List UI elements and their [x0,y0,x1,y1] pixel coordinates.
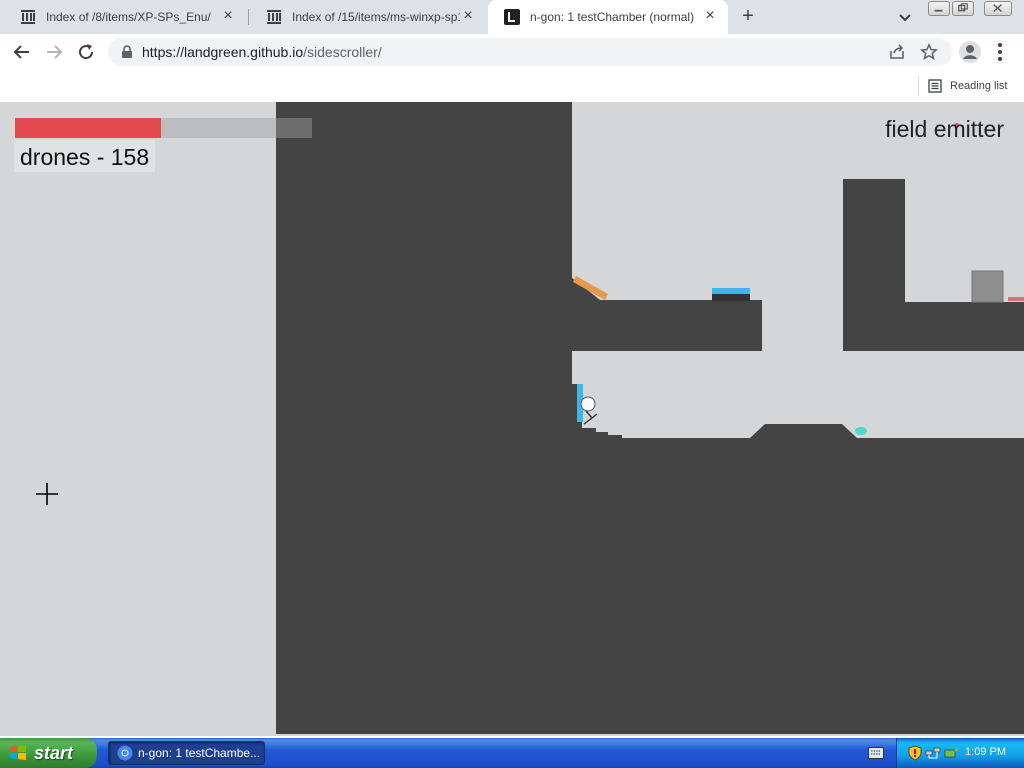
level-wall-right [843,179,1024,351]
clock[interactable]: 1:09 PM [965,746,1006,758]
start-button[interactable]: start [0,738,97,768]
lock-icon[interactable] [120,45,134,59]
grey-block [971,270,1004,303]
network-icon[interactable] [925,745,941,761]
close-icon[interactable]: × [220,8,236,25]
url-text[interactable]: https://landgreen.github.io/sidescroller… [142,44,382,60]
windows-flag-icon [10,745,26,760]
back-arrow-icon[interactable] [10,40,34,64]
red-ledge [1008,297,1024,301]
chrome-icon [117,745,133,761]
forward-arrow-icon[interactable] [42,40,66,64]
cyan-orb [855,427,867,435]
browser-toolbar: https://landgreen.github.io/sidescroller… [0,34,1024,70]
taskbar-chrome-window[interactable]: n-gon: 1 testChambe... [108,741,265,765]
minimize-icon [934,9,943,12]
tab-title: Index of /15/items/ms-winxp-sp1-1( [292,10,460,24]
n-gon-logo-icon [504,9,520,25]
archive-icon [21,10,35,24]
share-icon[interactable] [888,43,906,61]
url-path: /sidescroller/ [303,44,382,60]
blue-platform [712,288,750,294]
kebab-menu-icon[interactable] [992,40,1008,64]
address-bar[interactable]: https://landgreen.github.io/sidescroller… [108,38,952,66]
dark-box [712,294,750,301]
start-label: start [34,742,74,763]
restore-button[interactable] [952,1,974,16]
window-close-button[interactable] [984,1,1012,16]
bookmarks-divider [918,76,919,96]
url-host: https://landgreen.github.io [142,44,304,60]
tab-title: Index of /8/items/XP-SPs_Enu/ [46,10,211,24]
keyboard-icon[interactable] [868,747,884,759]
tab-strip: Index of /8/items/XP-SPs_Enu/ × Index of… [0,0,1024,34]
close-icon[interactable]: × [702,8,718,25]
bookmarks-bar: Reading list [0,70,1024,102]
level-wall-main [276,102,1024,734]
safely-remove-hardware-icon[interactable] [943,745,959,761]
drones-counter: drones - 158 [14,140,156,172]
game-canvas[interactable]: drones - 158 field emitter [0,102,1024,736]
new-tab-button[interactable]: + [738,6,758,27]
minimize-button[interactable] [928,1,950,16]
taskbar-window-title: n-gon: 1 testChambe... [138,746,261,760]
archive-icon [267,10,281,24]
star-icon[interactable] [920,43,938,61]
tab-winxp-sp1[interactable]: Index of /15/items/ms-winxp-sp1-1( × [250,0,486,34]
level-map [276,102,1024,734]
security-shield-icon[interactable] [907,745,923,761]
reading-list-icon [928,79,942,93]
player-character [580,396,598,425]
tab-n-gon[interactable]: n-gon: 1 testChamber (normal) × [488,0,728,34]
close-icon [993,4,1002,13]
field-label: field emitter [885,116,1004,142]
reading-list-label: Reading list [950,80,1008,92]
tab-divider [248,9,249,25]
system-tray: 1:09 PM [896,738,1024,768]
reload-icon[interactable] [74,40,98,64]
taskbar: start n-gon: 1 testChambe... 1:09 PM [0,738,1024,768]
crosshair-icon [36,483,58,505]
close-icon[interactable]: × [460,8,476,25]
chevron-down-icon[interactable] [896,8,914,26]
restore-icon [958,3,968,12]
profile-icon[interactable] [958,40,982,64]
tab-xp-sps[interactable]: Index of /8/items/XP-SPs_Enu/ × [4,0,246,34]
reading-list-button[interactable]: Reading list [928,76,1007,96]
tab-title: n-gon: 1 testChamber (normal) [530,10,695,24]
health-bar-fill [15,118,161,138]
